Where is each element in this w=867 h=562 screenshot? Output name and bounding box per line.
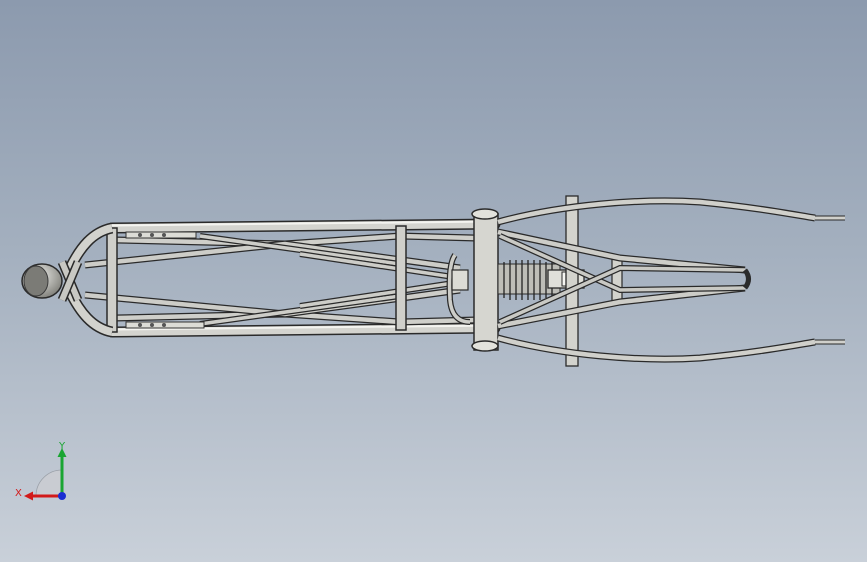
head-tube [21, 222, 114, 338]
frame-model[interactable] [0, 0, 867, 562]
y-axis-label: Y [58, 441, 66, 452]
axis-triad[interactable]: Y X [12, 440, 76, 510]
main-frame [84, 218, 501, 338]
x-axis-label: X [15, 488, 22, 499]
top-rail [106, 218, 501, 234]
graphics-viewport[interactable]: Y X [0, 0, 867, 562]
triad-plane-icon [35, 469, 63, 497]
z-axis-dot [58, 492, 66, 500]
